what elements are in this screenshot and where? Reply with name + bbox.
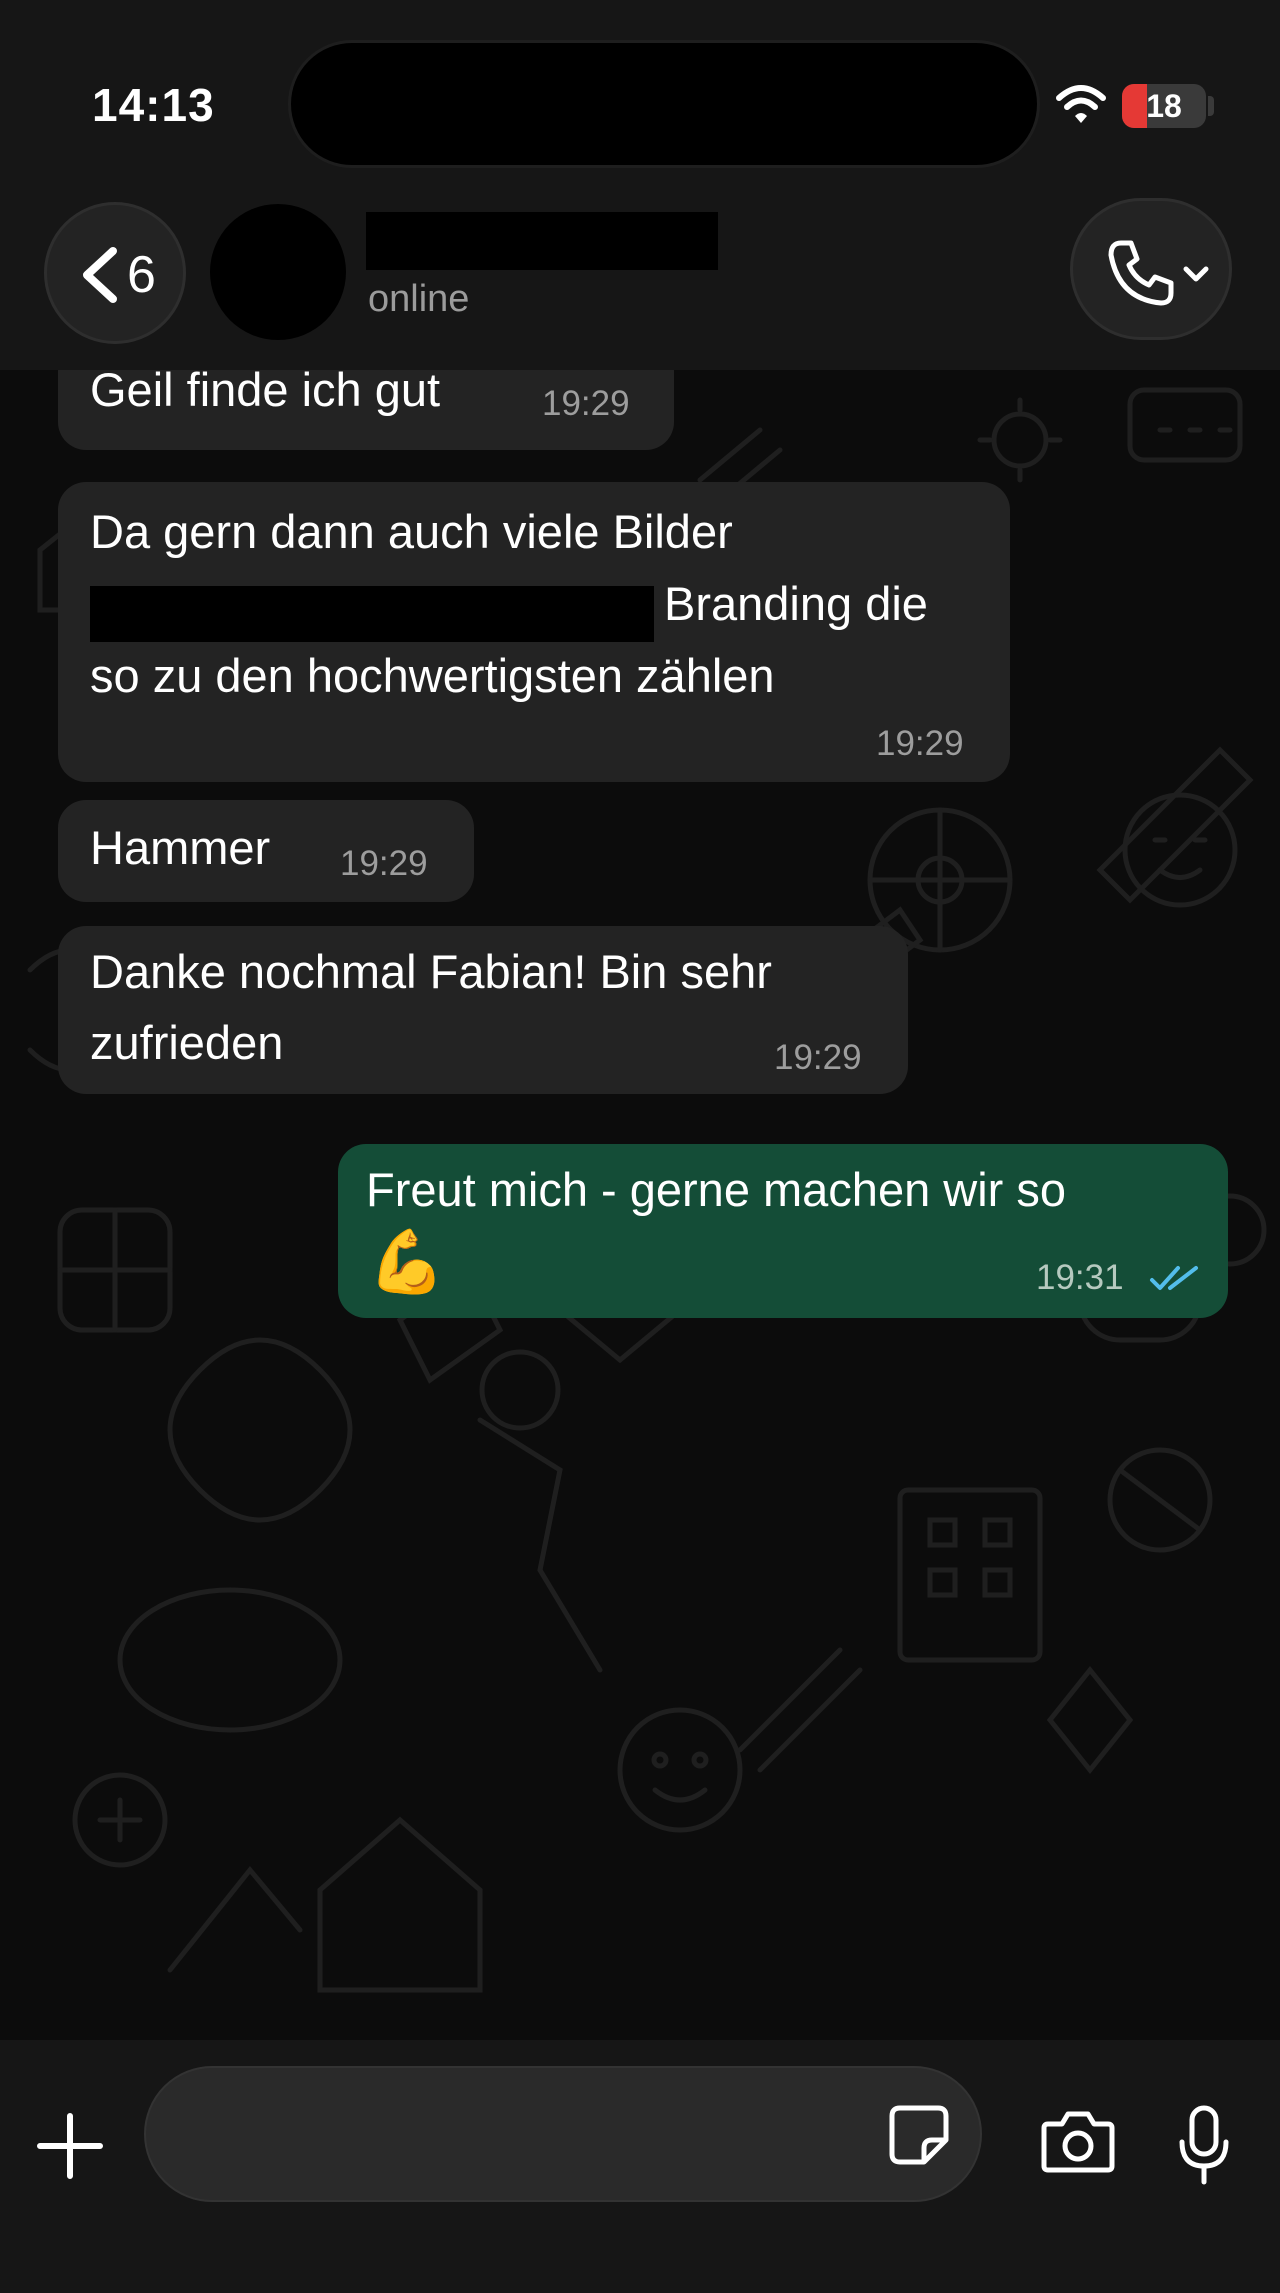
message-text-line: so zu den hochwertigsten zählen [90, 649, 775, 702]
message-time: 19:31 [1036, 1258, 1124, 1297]
chevron-left-icon [83, 247, 117, 303]
message-time: 19:29 [876, 724, 964, 763]
battery-level-text: 18 [1146, 88, 1182, 124]
battery-cap [1208, 96, 1214, 116]
double-check-icon [1150, 1266, 1198, 1290]
incoming-message[interactable]: Da gern dann auch viele Bilder Branding … [58, 482, 1010, 782]
incoming-message[interactable]: Geil finde ich gut 19:29 [58, 370, 674, 450]
status-clock: 14:13 [92, 79, 215, 131]
incoming-message[interactable]: Danke nochmal Fabian! Bin sehr zufrieden… [58, 926, 908, 1094]
chevron-down-icon [1183, 266, 1209, 282]
message-time: 19:29 [542, 384, 630, 423]
message-time: 19:29 [340, 844, 428, 883]
contact-name-redacted[interactable] [366, 212, 718, 270]
incoming-message[interactable]: Hammer 19:29 [58, 800, 474, 902]
call-button[interactable] [1070, 198, 1232, 340]
flexed-biceps-emoji: 💪 [368, 1228, 446, 1297]
phone-icon [1108, 240, 1174, 306]
composer-bar [0, 2040, 1280, 2293]
outgoing-message[interactable]: Freut mich - gerne machen wir so 💪 19:31 [338, 1144, 1228, 1318]
message-text-line: zufrieden [90, 1016, 284, 1069]
contact-avatar[interactable] [210, 204, 346, 340]
battery-icon: 18 [1122, 84, 1206, 128]
microphone-icon[interactable] [1176, 2104, 1232, 2186]
message-time: 19:29 [774, 1038, 862, 1077]
plus-icon[interactable] [36, 2112, 104, 2180]
unread-count: 6 [127, 246, 156, 304]
camera-icon[interactable] [1040, 2108, 1116, 2174]
message-text-line: Branding die [664, 577, 928, 630]
sticker-icon[interactable] [886, 2102, 952, 2168]
message-list[interactable]: Geil finde ich gut 19:29 Da gern dann au… [0, 370, 1280, 2040]
message-text: Freut mich - gerne machen wir so [366, 1163, 1067, 1216]
contact-status: online [368, 278, 470, 320]
redacted-text [90, 586, 654, 642]
message-text: Geil finde ich gut [90, 370, 441, 416]
message-text: Hammer [90, 821, 271, 874]
message-text-line: Danke nochmal Fabian! Bin sehr [90, 945, 772, 998]
status-bar: 14:13 18 [0, 0, 1280, 190]
back-button[interactable]: 6 [44, 202, 186, 344]
chat-header: 6 online [0, 190, 1280, 370]
message-text-line: Da gern dann auch viele Bilder [90, 505, 733, 558]
message-input[interactable] [144, 2066, 982, 2202]
wifi-icon [1056, 85, 1106, 123]
dynamic-island [288, 40, 1040, 168]
